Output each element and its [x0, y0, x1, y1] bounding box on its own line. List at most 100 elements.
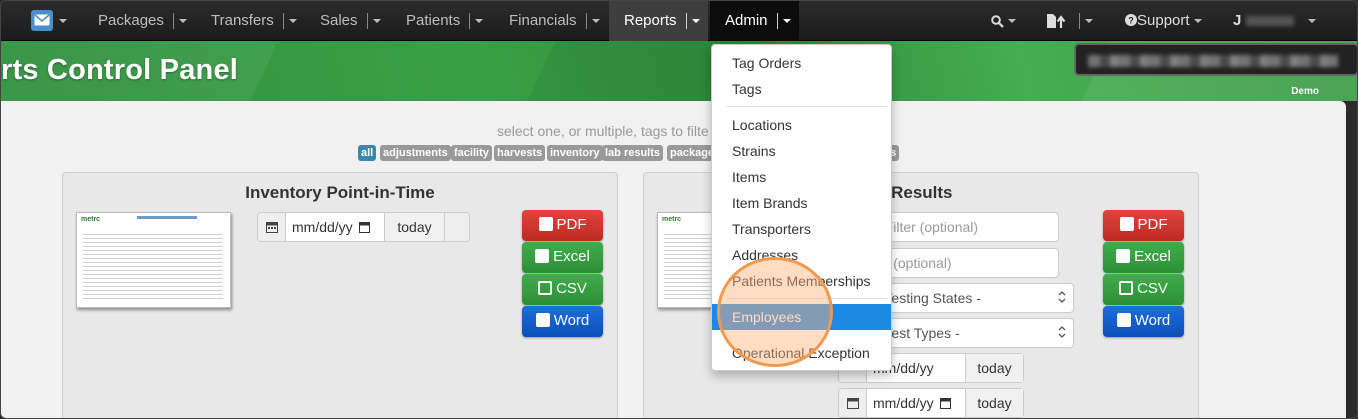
date-placeholder: mm/dd/yy [873, 395, 934, 411]
chevron-down-icon [782, 19, 791, 24]
panel-title: Inventory Point-in-Time [245, 183, 435, 202]
export-word-button[interactable]: Word [522, 306, 603, 337]
filter-input-1[interactable]: e Filter (optional) [864, 212, 1059, 242]
menu-item-employees[interactable]: Employees [712, 304, 891, 330]
export-pdf-label: PDF [556, 216, 587, 233]
nav-patients-label: Patients [406, 12, 461, 29]
lab-testing-states-select[interactable]: b Testing States - [864, 283, 1074, 313]
chevron-down-icon [372, 19, 381, 24]
date-field[interactable]: mm/dd/yy [286, 213, 384, 241]
export-word-button[interactable]: Word [1103, 306, 1184, 337]
menu-item-transporters[interactable]: Transporters [712, 216, 891, 242]
tag-all[interactable]: all [358, 145, 377, 161]
tag-packages[interactable]: package [667, 145, 718, 161]
pdf-icon [1119, 217, 1134, 231]
nav-financials-label: Financials [509, 12, 577, 29]
nav-financials[interactable]: Financials [509, 1, 600, 41]
date-field[interactable]: mm/dd/yy [867, 389, 965, 417]
page-title: rts Control Panel [1, 54, 239, 86]
messages-caret[interactable] [59, 1, 79, 41]
help-icon: ? [1125, 14, 1137, 26]
file-upload-menu[interactable] [1046, 1, 1094, 41]
support-label: Support [1137, 12, 1190, 29]
tag-adjustments[interactable]: adjustments [380, 145, 451, 161]
calendar-picker-icon[interactable] [939, 398, 951, 409]
chevron-down-icon [591, 19, 600, 24]
input-addon [444, 213, 469, 241]
menu-divider [727, 298, 887, 299]
lab-test-types-select[interactable]: b Test Types - [864, 318, 1074, 348]
redacted-username [1245, 16, 1294, 27]
menu-item-tag-orders[interactable]: Tag Orders [712, 50, 891, 76]
nav-reports[interactable]: Reports [609, 1, 708, 41]
calendar-picker-icon[interactable] [358, 222, 370, 233]
tag-facility[interactable]: facility [451, 145, 492, 161]
tag-lab-results[interactable]: lab results [602, 145, 664, 161]
filter-input-2[interactable]: ter (optional) [864, 248, 1059, 278]
environment-badge: Demo [1291, 86, 1319, 97]
messages-button[interactable] [31, 10, 53, 31]
svg-text:?: ? [1128, 16, 1134, 26]
nav-transfers-label: Transfers [211, 12, 274, 29]
menu-item-operational-exception[interactable]: Operational Exception [712, 340, 891, 366]
today-button[interactable]: today [965, 389, 1023, 417]
chevron-down-icon [1193, 19, 1202, 24]
facility-selector[interactable] [1074, 43, 1357, 76]
chevron-down-icon [178, 19, 187, 24]
metrc-logo: metrc [81, 216, 101, 223]
chevron-updown-icon [1058, 326, 1066, 338]
app-window: Packages Transfers Sales Patients Financ… [0, 0, 1358, 419]
chevron-down-icon [475, 19, 484, 24]
menu-item-locations[interactable]: Locations [712, 112, 891, 138]
menu-item-items[interactable]: Items [712, 164, 891, 190]
nav-packages-label: Packages [98, 12, 164, 29]
filter-hint: select one, or multiple, tags to filte [497, 123, 709, 139]
chevron-down-icon [1085, 19, 1094, 24]
excel-icon [1116, 249, 1131, 263]
export-pdf-button[interactable]: PDF [1103, 210, 1184, 241]
support-menu[interactable]: ? Support [1125, 1, 1202, 41]
chevron-updown-icon [1058, 291, 1066, 303]
date-input-group: mm/dd/yy today [838, 388, 1024, 418]
export-csv-button[interactable]: CSV [1103, 274, 1184, 305]
today-button[interactable]: today [384, 213, 444, 241]
export-csv-button[interactable]: CSV [522, 274, 603, 305]
chevron-down-icon [1008, 19, 1017, 24]
user-name: J [1233, 12, 1242, 29]
nav-transfers[interactable]: Transfers [211, 1, 297, 41]
nav-admin[interactable]: Admin [710, 1, 799, 41]
search-menu[interactable] [991, 1, 1017, 41]
export-pdf-label: PDF [1137, 216, 1168, 233]
menu-divider [727, 106, 887, 107]
nav-reports-label: Reports [624, 12, 677, 29]
user-menu[interactable]: J [1233, 1, 1323, 41]
export-excel-label: Excel [1134, 248, 1171, 265]
pdf-icon [538, 217, 553, 231]
nav-packages[interactable]: Packages [98, 1, 187, 41]
tag-inventory[interactable]: inventory [547, 145, 603, 161]
menu-item-item-brands[interactable]: Item Brands [712, 190, 891, 216]
calendar-addon [839, 389, 867, 417]
menu-item-addresses[interactable]: Addresses [712, 242, 891, 268]
nav-patients[interactable]: Patients [406, 1, 484, 41]
top-navbar: Packages Transfers Sales Patients Financ… [1, 1, 1357, 41]
export-word-label: Word [553, 312, 590, 329]
today-button[interactable]: today [965, 354, 1023, 382]
export-pdf-button[interactable]: PDF [522, 210, 603, 241]
tag-harvests[interactable]: harvests [494, 145, 546, 161]
export-word-label: Word [1134, 312, 1171, 329]
date-input-group: mm/dd/yy today [257, 212, 470, 242]
export-csv-label: CSV [556, 280, 587, 297]
chevron-down-icon [1307, 19, 1316, 24]
admin-dropdown-menu: Tag Orders Tags Locations Strains Items … [711, 44, 892, 371]
chevron-down-icon [288, 19, 297, 24]
menu-item-strains[interactable]: Strains [712, 138, 891, 164]
nav-sales-label: Sales [320, 12, 358, 29]
nav-sales[interactable]: Sales [320, 1, 381, 41]
menu-item-patients-memberships[interactable]: Patients Memberships [712, 268, 891, 294]
export-excel-button[interactable]: Excel [1103, 242, 1184, 273]
menu-item-tags[interactable]: Tags [712, 76, 891, 102]
export-excel-button[interactable]: Excel [522, 242, 603, 273]
calendar-addon [258, 213, 286, 241]
csv-icon [1119, 281, 1134, 295]
